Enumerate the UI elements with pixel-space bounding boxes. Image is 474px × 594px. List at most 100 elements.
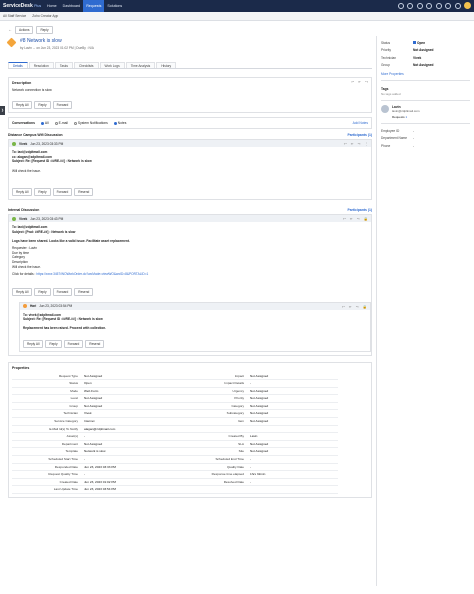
resend-button[interactable]: Resend <box>74 287 94 296</box>
reply-all-icon[interactable]: ↞ <box>349 305 352 309</box>
reply-all-icon[interactable]: ↞ <box>351 142 354 146</box>
reply-icon[interactable]: ↩ <box>342 305 345 309</box>
add-notes-link[interactable]: Add Notes <box>353 121 368 125</box>
property-value[interactable]: Network is slow <box>82 448 172 457</box>
reply-all-button[interactable]: Reply All <box>12 101 33 109</box>
actions-dropdown[interactable]: Actions <box>15 25 34 34</box>
property-value[interactable]: Not Assigned <box>248 373 338 381</box>
property-value[interactable]: - <box>248 380 338 388</box>
property-value[interactable]: - <box>248 456 338 464</box>
forward-icon[interactable]: ↪ <box>365 80 368 84</box>
property-value[interactable]: Internet <box>82 418 172 426</box>
filter-all[interactable]: All <box>40 121 49 125</box>
property-value[interactable]: 1hrs 32min <box>248 471 338 479</box>
property-value[interactable]: - <box>248 464 338 472</box>
forward-button[interactable]: Forward <box>52 188 73 197</box>
participants-link[interactable]: Participants (1) <box>348 208 373 212</box>
forward-button[interactable]: Forward <box>52 101 73 109</box>
side-field-status[interactable]: Status Open <box>381 39 470 47</box>
resend-button[interactable]: Resend <box>85 339 105 348</box>
user-avatar[interactable] <box>464 2 471 9</box>
tab-tasks[interactable]: Tasks <box>54 62 73 68</box>
property-value[interactable]: Not Assigned <box>82 395 172 403</box>
property-value[interactable]: alagan@zdpltmail.com <box>82 426 172 434</box>
resend-button[interactable]: Resend <box>74 188 94 197</box>
reply-button[interactable]: Reply <box>34 287 51 296</box>
notification-icon[interactable] <box>416 2 423 9</box>
reply-button[interactable]: Reply <box>45 339 62 348</box>
settings-icon[interactable] <box>445 2 451 9</box>
property-value[interactable]: Jun 23, 2023 03:54 PM <box>82 486 172 494</box>
property-value[interactable]: Not Assigned <box>82 373 172 381</box>
forward-button[interactable]: Forward <box>52 287 73 296</box>
property-value[interactable]: Not Assigned <box>82 403 172 411</box>
property-value[interactable]: Vivek <box>82 410 172 419</box>
property-value[interactable] <box>248 486 338 494</box>
property-value[interactable]: Not Assigned <box>82 441 172 449</box>
tab-work-logs[interactable]: Work Logs <box>99 62 125 68</box>
expand-panel-handle[interactable]: ❯ <box>0 106 5 115</box>
property-value[interactable]: - <box>82 471 172 479</box>
back-arrow-icon[interactable]: ← <box>8 27 12 32</box>
reply-icon[interactable]: ↩ <box>343 217 346 221</box>
subbar-item-all-staff-service[interactable]: All Staff Service <box>3 14 26 18</box>
forward-icon[interactable]: ↪ <box>358 142 361 146</box>
nav-tab-solutions[interactable]: Solutions <box>104 0 125 12</box>
request-details-link[interactable]: https://xxxx:3457/WOWorkOrder.do?woMode=… <box>36 272 148 276</box>
property-value[interactable]: - <box>248 479 338 487</box>
nav-tab-home[interactable]: Home <box>44 0 60 12</box>
property-value[interactable]: Not Assigned <box>248 388 338 396</box>
property-value[interactable] <box>248 426 338 434</box>
quick-actions-icon[interactable] <box>426 2 432 9</box>
property-value[interactable]: - <box>82 433 172 441</box>
tab-checklists[interactable]: Checklists <box>73 62 99 68</box>
more-properties-link[interactable]: More Properties <box>381 72 470 76</box>
property-value[interactable]: Jun 23, 2023 03:33 PM <box>82 464 172 472</box>
reply-all-button[interactable]: Reply All <box>23 339 44 348</box>
filter-notes[interactable]: Notes <box>113 121 126 125</box>
tab-resolution[interactable]: Resolution <box>28 62 54 68</box>
property-value[interactable]: Not Assigned <box>248 395 338 403</box>
reply-button[interactable]: Reply <box>34 188 51 197</box>
nav-tab-dashboard[interactable]: Dashboard <box>60 0 84 12</box>
tab-history[interactable]: History <box>156 62 177 68</box>
more-icon[interactable]: ⋮ <box>365 142 369 146</box>
calendar-icon[interactable] <box>435 2 442 9</box>
property-value[interactable]: Jun 23, 2023 01:02 PM <box>82 479 172 487</box>
forward-button[interactable]: Forward <box>63 339 84 348</box>
participants-link[interactable]: Participants (1) <box>348 133 373 137</box>
forward-icon[interactable]: ↪ <box>357 217 360 221</box>
property-value[interactable]: Not Assigned <box>248 410 338 419</box>
filter-email[interactable]: E-mail <box>54 121 68 125</box>
tab-time-analysis[interactable]: Time Analysis <box>125 62 156 68</box>
add-icon[interactable] <box>407 2 413 9</box>
property-value[interactable]: Lavin <box>248 433 338 441</box>
reply-all-icon[interactable]: ↞ <box>350 217 353 221</box>
filter-system-notifications[interactable]: System Notifications <box>73 121 108 125</box>
property-value[interactable]: Not Assigned <box>248 403 338 411</box>
reply-icon[interactable]: ↩ <box>351 80 354 84</box>
reply-all-icon[interactable]: ↞ <box>358 80 361 84</box>
property-value[interactable]: Web Form <box>82 388 172 396</box>
reply-all-button[interactable]: Reply All <box>12 287 33 296</box>
property-value[interactable]: - <box>82 456 172 464</box>
side-field-priority[interactable]: Priority Not Assigned <box>381 47 470 55</box>
reply-dropdown[interactable]: Reply <box>36 25 53 34</box>
reply-all-button[interactable]: Reply All <box>12 188 33 197</box>
property-value[interactable]: Not Assigned <box>248 418 338 426</box>
apps-icon[interactable] <box>454 2 461 9</box>
requests-count[interactable]: 1 <box>406 115 408 119</box>
reply-button[interactable]: Reply <box>34 101 51 109</box>
property-value[interactable]: Not Assigned <box>248 441 338 449</box>
brand-logo[interactable]: ServiceDesk Plus <box>0 3 44 9</box>
subbar-item-zoho-creator[interactable]: Zoho Creator App <box>32 14 58 18</box>
search-icon[interactable] <box>397 2 404 9</box>
property-value[interactable]: Not Assigned <box>248 448 338 457</box>
forward-icon[interactable]: ↪ <box>356 305 359 309</box>
side-field-technician[interactable]: Technician Vivek <box>381 54 470 62</box>
reply-icon[interactable]: ↩ <box>344 142 347 146</box>
tab-details[interactable]: Details <box>8 62 28 68</box>
nav-tab-requests[interactable]: Requests <box>83 0 105 12</box>
side-field-group[interactable]: Group Not Assigned <box>381 62 470 70</box>
property-value[interactable]: Open <box>82 380 172 388</box>
